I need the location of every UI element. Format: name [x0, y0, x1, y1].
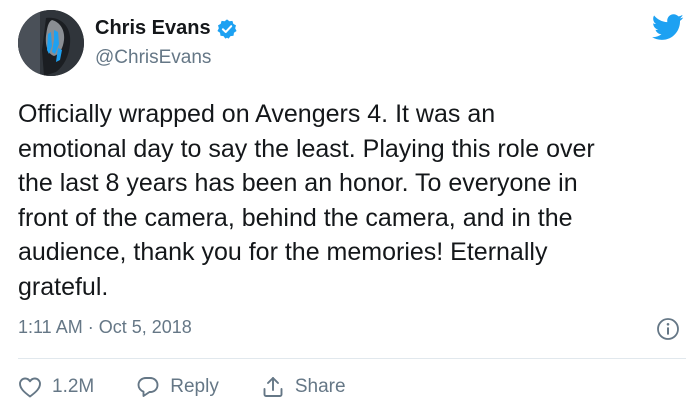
- tweet-card: Chris Evans @ChrisEvans Officially wrapp…: [0, 0, 700, 414]
- tweet-text-line: grateful.: [18, 272, 109, 301]
- heart-icon: [19, 377, 41, 398]
- author-handle[interactable]: @ChrisEvans: [95, 47, 211, 69]
- info-icon[interactable]: [656, 317, 680, 341]
- share-icon: [263, 377, 283, 397]
- avatar[interactable]: [18, 10, 84, 76]
- divider: [18, 358, 686, 359]
- reply-label: Reply: [170, 376, 219, 397]
- share-button[interactable]: Share: [261, 375, 346, 399]
- like-button[interactable]: 1.2M: [18, 376, 94, 398]
- tweet-text-line: front of the camera, behind the camera, …: [18, 203, 573, 232]
- avatar-photo-icon: [18, 10, 84, 76]
- author-name-text: Chris Evans: [95, 17, 211, 39]
- tweet-text: Officially wrapped on Avengers 4. It was…: [18, 97, 688, 304]
- verified-badge-icon: [217, 18, 237, 39]
- tweet-text-line: audience, thank you for the memories! Et…: [18, 238, 548, 266]
- author-name[interactable]: Chris Evans: [95, 17, 238, 40]
- like-count: 1.2M: [52, 376, 95, 397]
- tweet-text-line: emotional day to say the least. Playing …: [18, 134, 595, 163]
- tweet-text-line: the last 8 years has been an honor. To e…: [18, 169, 578, 197]
- reply-button[interactable]: Reply: [136, 375, 219, 399]
- tweet-actions: 1.2M Reply Share: [18, 372, 346, 402]
- tweet-text-line: Officially wrapped on Avengers 4. It was…: [18, 100, 496, 128]
- twitter-bird-icon[interactable]: [652, 14, 684, 41]
- speech-bubble-icon: [137, 377, 159, 397]
- tweet-timestamp[interactable]: 1:11 AM · Oct 5, 2018: [18, 317, 192, 338]
- share-label: Share: [294, 376, 346, 397]
